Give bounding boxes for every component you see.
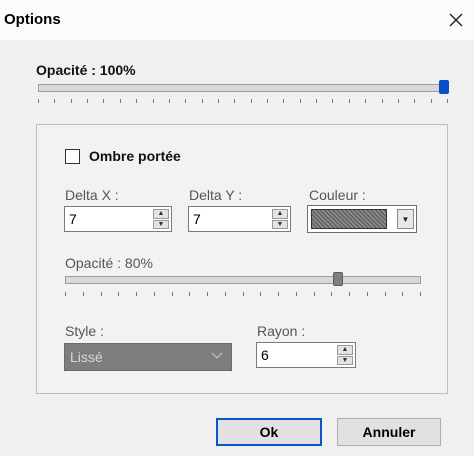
slider-tick <box>316 99 317 103</box>
drop-shadow-label: Ombre portée <box>89 148 181 164</box>
slider-tick <box>267 99 268 103</box>
delta-y-spinbox[interactable]: 7 ▲ ▼ <box>188 206 291 232</box>
slider-tick <box>431 99 432 103</box>
slider-tick <box>87 99 88 103</box>
delta-y-value: 7 <box>193 211 201 227</box>
drop-shadow-checkbox[interactable] <box>65 149 80 164</box>
shadow-opacity-ticks <box>65 292 421 298</box>
dialog-title: Options <box>4 11 61 28</box>
slider-tick <box>300 99 301 103</box>
options-dialog: Options Opacité : 100% Ombre portée Delt… <box>0 0 474 456</box>
slider-tick <box>120 99 121 103</box>
chevron-down-icon[interactable]: ▼ <box>397 209 414 229</box>
title-bar: Options <box>0 0 474 40</box>
delta-x-label: Delta X : <box>65 187 119 203</box>
slider-tick <box>402 292 403 296</box>
slider-tick <box>314 292 315 296</box>
delta-x-up-icon[interactable]: ▲ <box>153 209 169 219</box>
slider-tick <box>189 292 190 296</box>
color-label: Couleur : <box>309 187 366 203</box>
ok-button[interactable]: Ok <box>216 418 322 446</box>
slider-tick <box>243 292 244 296</box>
shadow-group-box: Ombre portée Delta X : 7 ▲ ▼ Delta Y : 7… <box>36 124 448 394</box>
slider-tick <box>154 292 155 296</box>
style-value: Lissé <box>70 349 103 365</box>
slider-tick <box>136 99 137 103</box>
slider-tick <box>385 292 386 296</box>
slider-tick <box>225 292 226 296</box>
color-picker[interactable]: ▼ <box>307 205 417 233</box>
delta-y-up-icon[interactable]: ▲ <box>272 209 288 219</box>
slider-tick <box>54 99 55 103</box>
slider-tick <box>398 99 399 103</box>
slider-tick <box>382 99 383 103</box>
main-opacity-label: Opacité : 100% <box>36 62 136 78</box>
chevron-down-icon <box>211 352 223 359</box>
main-opacity-ticks <box>38 99 448 105</box>
main-opacity-slider-track[interactable] <box>38 84 448 92</box>
slider-tick <box>296 292 297 296</box>
slider-tick <box>169 99 170 103</box>
slider-tick <box>349 99 350 103</box>
radius-label: Rayon : <box>257 323 306 339</box>
radius-spin-buttons: ▲ ▼ <box>337 345 353 365</box>
slider-tick <box>153 99 154 103</box>
slider-tick <box>447 99 448 103</box>
radius-value: 6 <box>261 347 269 363</box>
slider-tick <box>278 292 279 296</box>
slider-tick <box>283 99 284 103</box>
color-swatch <box>311 209 387 229</box>
slider-tick <box>414 99 415 103</box>
delta-x-spin-buttons: ▲ ▼ <box>153 209 169 229</box>
slider-tick <box>185 99 186 103</box>
slider-tick <box>103 99 104 103</box>
slider-tick <box>202 99 203 103</box>
delta-y-label: Delta Y : <box>189 187 243 203</box>
slider-tick <box>251 99 252 103</box>
slider-tick <box>65 292 66 296</box>
delta-x-spinbox[interactable]: 7 ▲ ▼ <box>64 206 172 232</box>
slider-tick <box>207 292 208 296</box>
slider-tick <box>83 292 84 296</box>
style-select[interactable]: Lissé <box>64 343 232 371</box>
delta-y-down-icon[interactable]: ▼ <box>272 219 288 229</box>
delta-x-down-icon[interactable]: ▼ <box>153 219 169 229</box>
radius-down-icon[interactable]: ▼ <box>337 355 353 365</box>
slider-tick <box>38 99 39 103</box>
shadow-opacity-slider-track[interactable] <box>65 276 421 284</box>
main-opacity-slider-thumb[interactable] <box>439 80 449 94</box>
slider-tick <box>420 292 421 296</box>
cancel-button[interactable]: Annuler <box>337 418 441 446</box>
slider-tick <box>332 99 333 103</box>
slider-tick <box>365 99 366 103</box>
radius-up-icon[interactable]: ▲ <box>337 345 353 355</box>
slider-tick <box>367 292 368 296</box>
delta-x-value: 7 <box>69 211 77 227</box>
slider-tick <box>136 292 137 296</box>
shadow-opacity-slider-thumb[interactable] <box>333 272 343 286</box>
slider-tick <box>218 99 219 103</box>
close-button[interactable] <box>440 6 472 34</box>
slider-tick <box>234 99 235 103</box>
delta-y-spin-buttons: ▲ ▼ <box>272 209 288 229</box>
slider-tick <box>71 99 72 103</box>
slider-tick <box>349 292 350 296</box>
slider-tick <box>118 292 119 296</box>
slider-tick <box>260 292 261 296</box>
slider-tick <box>331 292 332 296</box>
shadow-opacity-label: Opacité : 80% <box>65 255 153 271</box>
slider-tick <box>101 292 102 296</box>
radius-spinbox[interactable]: 6 ▲ ▼ <box>256 342 356 368</box>
close-icon <box>449 13 463 27</box>
slider-tick <box>172 292 173 296</box>
style-label: Style : <box>65 323 104 339</box>
